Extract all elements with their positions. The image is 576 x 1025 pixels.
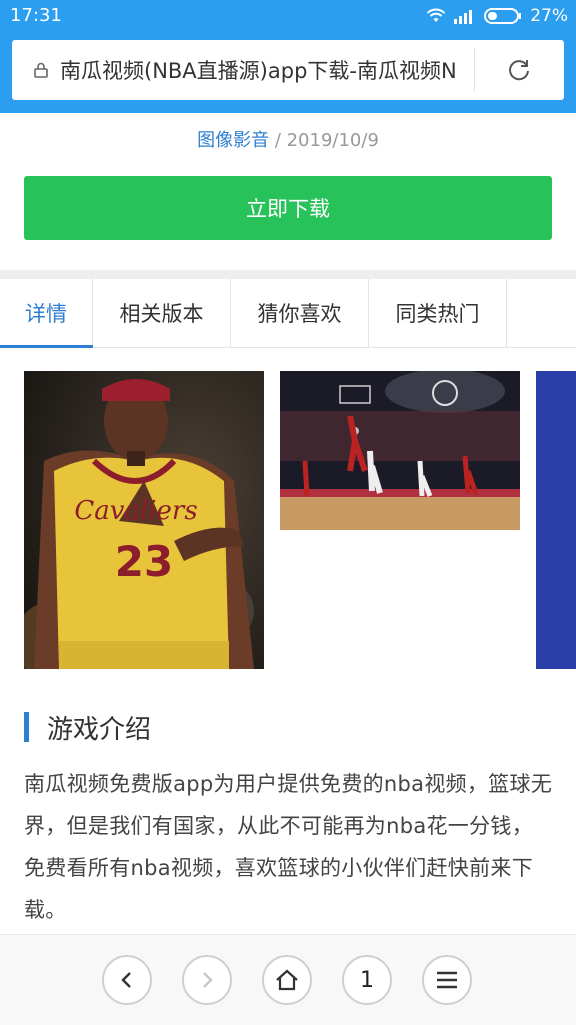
jersey-number-text: 23 — [115, 537, 173, 586]
address-bar[interactable]: 南瓜视频(NBA直播源)app下载-南瓜视频N — [12, 40, 564, 100]
screenshot-player[interactable]: Cavaliers 23 — [24, 371, 264, 669]
app-description: 南瓜视频免费版app为用户提供免费的nba视频，篮球无界，但是我们有国家，从此不… — [24, 772, 553, 922]
tab-you-may-like[interactable]: 猜你喜欢 — [231, 279, 369, 347]
meta-separator: / — [269, 130, 287, 151]
menu-icon — [437, 971, 457, 989]
game-action-image — [280, 371, 520, 530]
status-time: 17:31 — [10, 5, 62, 26]
browser-toolbar: 南瓜视频(NBA直播源)app下载-南瓜视频N — [0, 33, 576, 113]
section-accent-bar — [24, 712, 29, 742]
lock-icon — [34, 62, 48, 78]
tab-related-versions[interactable]: 相关版本 — [93, 279, 231, 347]
signal-icon — [454, 10, 473, 24]
address-divider — [474, 48, 475, 92]
back-button[interactable] — [102, 955, 152, 1005]
battery-percent: 27% — [530, 6, 568, 26]
chevron-left-icon — [121, 972, 131, 988]
category-link[interactable]: 图像影音 — [197, 130, 269, 151]
battery-icon — [484, 8, 522, 24]
download-button[interactable]: 立即下载 — [24, 176, 552, 240]
tab-details[interactable]: 详情 — [0, 279, 93, 348]
browser-bottom-nav: 1 — [0, 934, 576, 1025]
tab-bar: 详情 相关版本 猜你喜欢 同类热门 — [0, 279, 576, 348]
status-bar: 17:31 27% — [0, 0, 576, 33]
player-image: Cavaliers 23 — [24, 371, 264, 669]
status-icons: 27% — [426, 6, 568, 26]
home-button[interactable] — [262, 955, 312, 1005]
home-icon — [276, 969, 298, 991]
screenshot-partial[interactable] — [536, 371, 576, 669]
menu-button[interactable] — [422, 955, 472, 1005]
section-title: 游戏介绍 — [47, 714, 152, 745]
section-divider — [0, 270, 576, 279]
app-meta: 图像影音 / 2019/10/9 — [0, 126, 576, 152]
url-text[interactable]: 南瓜视频(NBA直播源)app下载-南瓜视频N — [60, 55, 474, 85]
screenshot-game-action[interactable] — [280, 371, 520, 530]
tabs-button[interactable]: 1 — [342, 955, 392, 1005]
jersey-team-text: Cavaliers — [74, 496, 197, 526]
publish-date: 2019/10/9 — [286, 130, 379, 151]
chevron-right-icon — [203, 972, 213, 988]
tab-count: 1 — [360, 967, 374, 993]
reload-icon[interactable] — [506, 57, 532, 83]
tab-similar-hot[interactable]: 同类热门 — [369, 279, 507, 347]
section-header: 游戏介绍 — [24, 710, 152, 745]
wifi-icon — [426, 8, 446, 22]
forward-button[interactable] — [182, 955, 232, 1005]
